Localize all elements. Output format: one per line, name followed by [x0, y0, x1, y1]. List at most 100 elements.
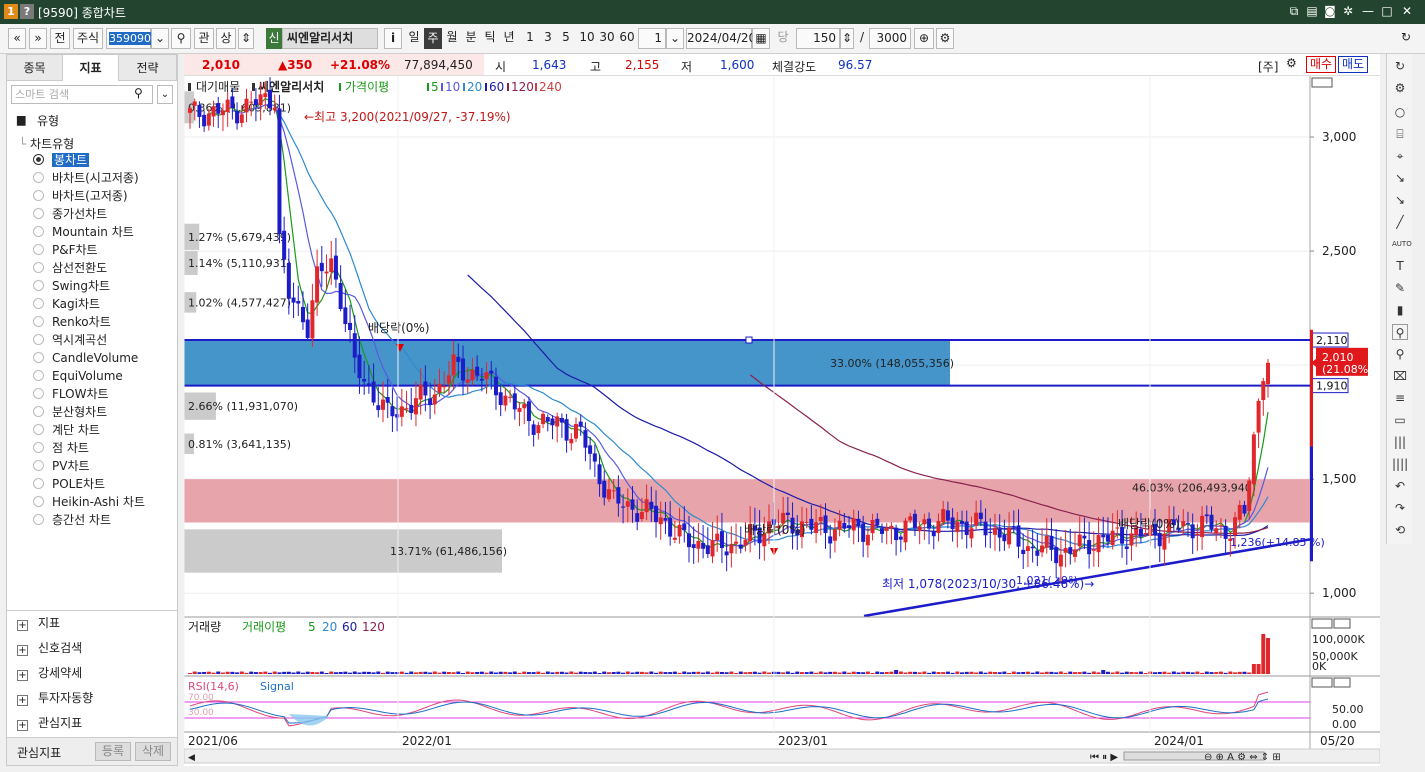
- settings-icon[interactable]: ✲: [1340, 3, 1356, 20]
- cross-tool-icon[interactable]: ⌖: [1392, 148, 1408, 164]
- section-favorite[interactable]: + 관심지표: [17, 712, 82, 734]
- redo-tool-icon[interactable]: ↷: [1392, 500, 1408, 516]
- circle-tool-icon[interactable]: ○: [1392, 104, 1408, 120]
- period-week[interactable]: 주: [424, 28, 442, 49]
- erase-tool-icon[interactable]: ⌧: [1392, 368, 1408, 384]
- candle-tool-icon[interactable]: ▮: [1392, 302, 1408, 318]
- chart-type-item[interactable]: Kagi차트: [33, 296, 100, 313]
- play-controls-icon[interactable]: ⏮ ⏸ ▶: [1090, 752, 1118, 763]
- chart-type-item[interactable]: Swing차트: [33, 278, 110, 295]
- chart-settings-icon[interactable]: ⚙: [1286, 56, 1297, 70]
- search-icon[interactable]: ⚲: [134, 86, 143, 100]
- unit-dropdown-icon[interactable]: ⌄: [666, 28, 684, 49]
- section-signal-search[interactable]: + 신호검색: [17, 637, 82, 659]
- chart-type-item[interactable]: Heikin-Ashi 차트: [33, 494, 145, 511]
- trend-tool-icon[interactable]: ↘: [1392, 170, 1408, 186]
- smart-search-input[interactable]: 스마트 검색: [11, 85, 153, 104]
- refresh-icon[interactable]: ↻: [1396, 28, 1416, 49]
- chart-type-item[interactable]: Mountain 차트: [33, 224, 134, 241]
- code-dropdown-icon[interactable]: ⌄: [151, 28, 169, 49]
- bars-tool-icon[interactable]: |||: [1392, 434, 1408, 450]
- tab-indicator[interactable]: 지표: [63, 55, 119, 81]
- chart-type-item[interactable]: 종가선차트: [33, 206, 107, 223]
- undo-tool-icon[interactable]: ↶: [1392, 478, 1408, 494]
- chart-type-item[interactable]: 바차트(고저종): [33, 188, 128, 205]
- zoom-icon[interactable]: ⊕: [914, 28, 934, 49]
- chart-type-item[interactable]: 층간선 차트: [33, 512, 111, 529]
- section-investor[interactable]: + 투자자동향: [17, 687, 93, 709]
- bars2-tool-icon[interactable]: ||||: [1392, 456, 1408, 472]
- chart-area[interactable]: 대기매물 씨엔알리서치 가격이평 5 10 20 60 120 240 0.36% (1,…: [183, 76, 1381, 766]
- gann-tool-icon[interactable]: ▭: [1392, 412, 1408, 428]
- maximize-icon[interactable]: □: [1379, 3, 1395, 20]
- period-minute[interactable]: 분: [462, 28, 480, 49]
- chart-type-item[interactable]: P&F차트: [33, 242, 98, 259]
- rsi-pane-size-icon[interactable]: [1311, 677, 1333, 688]
- market-select[interactable]: 주식: [73, 28, 103, 49]
- count-input[interactable]: 150: [796, 28, 840, 49]
- band-handle[interactable]: [745, 336, 753, 344]
- chart-type-item[interactable]: Renko차트: [33, 314, 111, 331]
- chart-type-item[interactable]: 역시계곡선: [33, 332, 107, 349]
- chart-type-item[interactable]: POLE차트: [33, 476, 105, 493]
- max-input[interactable]: 3000: [869, 28, 911, 49]
- gear-icon[interactable]: ⚙: [936, 28, 954, 49]
- line-tool-icon[interactable]: ╱: [1392, 214, 1408, 230]
- tab-stock[interactable]: 종목: [7, 55, 63, 81]
- price-chart[interactable]: 대기매물 씨엔알리서치 가격이평 5 10 20 60 120 240 0.36% (1,…: [183, 76, 1381, 766]
- chart-type-item[interactable]: 점 차트: [33, 440, 89, 457]
- scroll-left-icon[interactable]: ◀: [188, 753, 195, 763]
- next-stock-button[interactable]: »: [29, 28, 47, 49]
- layout-icon[interactable]: ▤: [1304, 3, 1320, 20]
- pen-tool-icon[interactable]: ✎: [1392, 280, 1408, 296]
- delete-button[interactable]: 삭제: [135, 742, 171, 761]
- link-icon[interactable]: ⧉: [1286, 3, 1302, 20]
- chart-type-item[interactable]: FLOW차트: [33, 386, 109, 403]
- help-badge-icon[interactable]: ?: [20, 4, 34, 19]
- rsi-pane-close-icon[interactable]: [1333, 677, 1351, 688]
- gwan-button[interactable]: 관: [194, 28, 214, 49]
- date-input[interactable]: 2024/04/20: [686, 28, 756, 49]
- info-button[interactable]: i: [384, 28, 402, 49]
- volume-pane-size-icon[interactable]: [1311, 618, 1333, 629]
- sang-button[interactable]: 상: [216, 28, 236, 49]
- num-1[interactable]: 1: [522, 28, 538, 49]
- code-input[interactable]: 359090: [106, 28, 151, 49]
- buy-button[interactable]: 매수: [1306, 56, 1336, 73]
- period-year[interactable]: 년: [500, 28, 518, 49]
- register-button[interactable]: 등록: [95, 742, 131, 761]
- num-5[interactable]: 5: [558, 28, 574, 49]
- spin-icon[interactable]: ⇕: [238, 28, 254, 49]
- chart-type-item[interactable]: PV차트: [33, 458, 90, 475]
- magnify-tool-icon[interactable]: ⚲: [1392, 346, 1408, 362]
- unit-input[interactable]: 1: [638, 28, 666, 49]
- collapse-icon[interactable]: ⌄: [157, 85, 173, 104]
- prev-stock-button[interactable]: «: [8, 28, 26, 49]
- zoom-tool-icon[interactable]: ⚲: [1392, 324, 1408, 340]
- section-indicator[interactable]: + 지표: [17, 612, 60, 634]
- camera-icon[interactable]: ◙: [1322, 3, 1338, 20]
- period-month[interactable]: 월: [443, 28, 461, 49]
- calendar-icon[interactable]: ▦: [752, 28, 770, 49]
- sell-button[interactable]: 매도: [1338, 56, 1368, 73]
- auto-tool-icon[interactable]: AUTO: [1392, 236, 1412, 252]
- chart-type-item[interactable]: EquiVolume: [33, 368, 123, 385]
- zoom-controls-icon[interactable]: ⊖ ⊕ A ⚙ ⇔ ⇕ ⊞: [1204, 752, 1281, 763]
- chart-type-item[interactable]: CandleVolume: [33, 350, 138, 367]
- refresh-tool-icon[interactable]: ↻: [1392, 58, 1408, 74]
- chart-type-item[interactable]: 계단 차트: [33, 422, 100, 439]
- gear-tool-icon[interactable]: ⚙: [1392, 80, 1408, 96]
- num-10[interactable]: 10: [577, 28, 597, 49]
- period-tick[interactable]: 틱: [481, 28, 499, 49]
- section-strength[interactable]: + 강세약세: [17, 662, 82, 684]
- minimize-icon[interactable]: —: [1360, 3, 1376, 20]
- reset-tool-icon[interactable]: ⟲: [1392, 522, 1408, 538]
- period-day[interactable]: 일: [405, 28, 423, 49]
- num-60[interactable]: 60: [617, 28, 637, 49]
- chart-type-item[interactable]: 바차트(시고저종): [33, 170, 139, 187]
- num-3[interactable]: 3: [540, 28, 556, 49]
- tab-strategy[interactable]: 전략: [119, 55, 177, 81]
- search-icon[interactable]: ⚲: [171, 28, 191, 49]
- close-icon[interactable]: ✕: [1399, 3, 1415, 20]
- chart-type-item[interactable]: 봉차트: [33, 152, 90, 169]
